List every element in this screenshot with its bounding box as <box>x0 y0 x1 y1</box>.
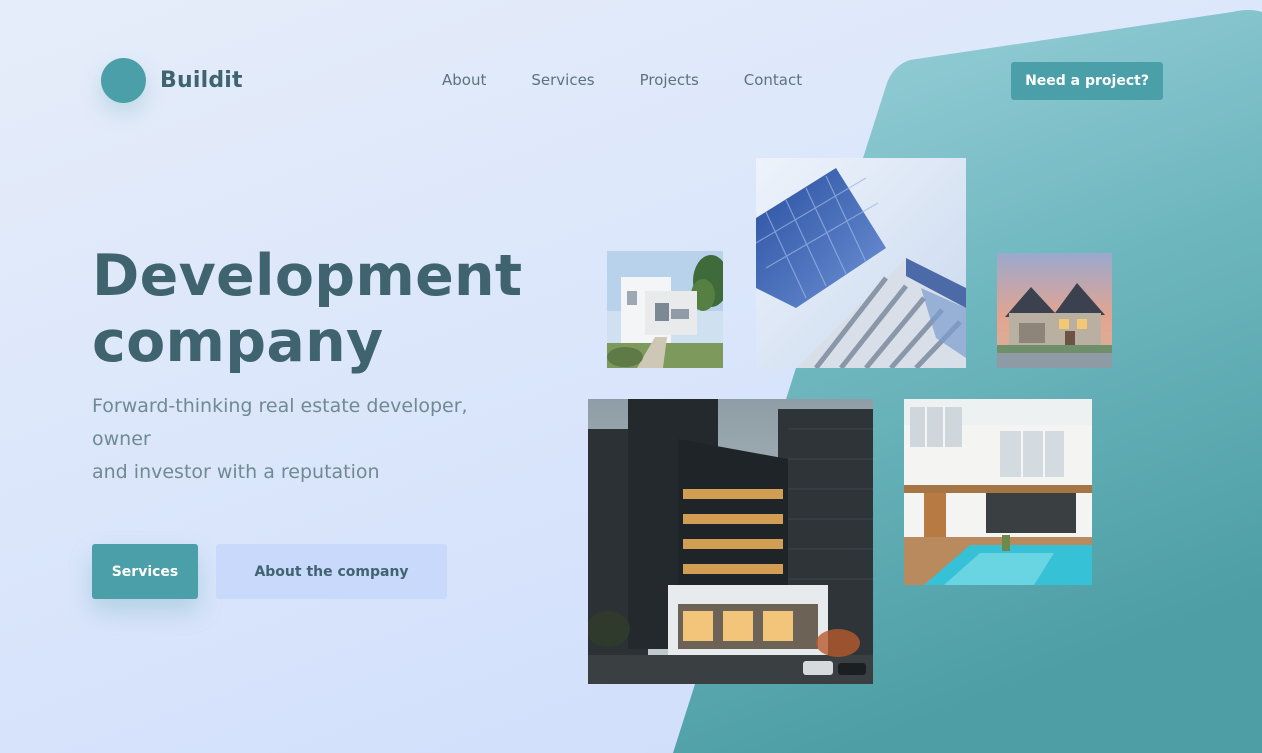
nav-link-about[interactable]: About <box>442 70 486 90</box>
brand-name: Buildit <box>160 68 243 93</box>
brand-logo[interactable]: Buildit <box>101 58 243 103</box>
photo-suburban-house <box>997 253 1112 368</box>
hero-subtitle-line-2: and investor with a reputation <box>92 461 380 483</box>
hero-title-line-2: company <box>92 309 384 375</box>
photo-glass-tower <box>756 158 966 368</box>
services-button[interactable]: Services <box>92 544 198 599</box>
about-company-button[interactable]: About the company <box>216 544 447 599</box>
photo-office-building <box>588 399 873 684</box>
hero-title: Development company <box>92 243 562 375</box>
hero-title-line-1: Development <box>92 243 523 309</box>
hero-subtitle: Forward-thinking real estate developer, … <box>92 390 532 489</box>
hero-subtitle-line-1: Forward-thinking real estate developer, … <box>92 395 468 450</box>
need-project-button[interactable]: Need a project? <box>1011 62 1163 100</box>
nav-link-services[interactable]: Services <box>531 70 594 90</box>
nav-link-contact[interactable]: Contact <box>744 70 802 90</box>
photo-villa-with-pool <box>904 399 1092 585</box>
logo-circle-icon <box>101 58 146 103</box>
photo-white-modern-house <box>607 251 723 368</box>
nav-link-projects[interactable]: Projects <box>640 70 699 90</box>
main-nav: About Services Projects Contact <box>442 70 802 90</box>
